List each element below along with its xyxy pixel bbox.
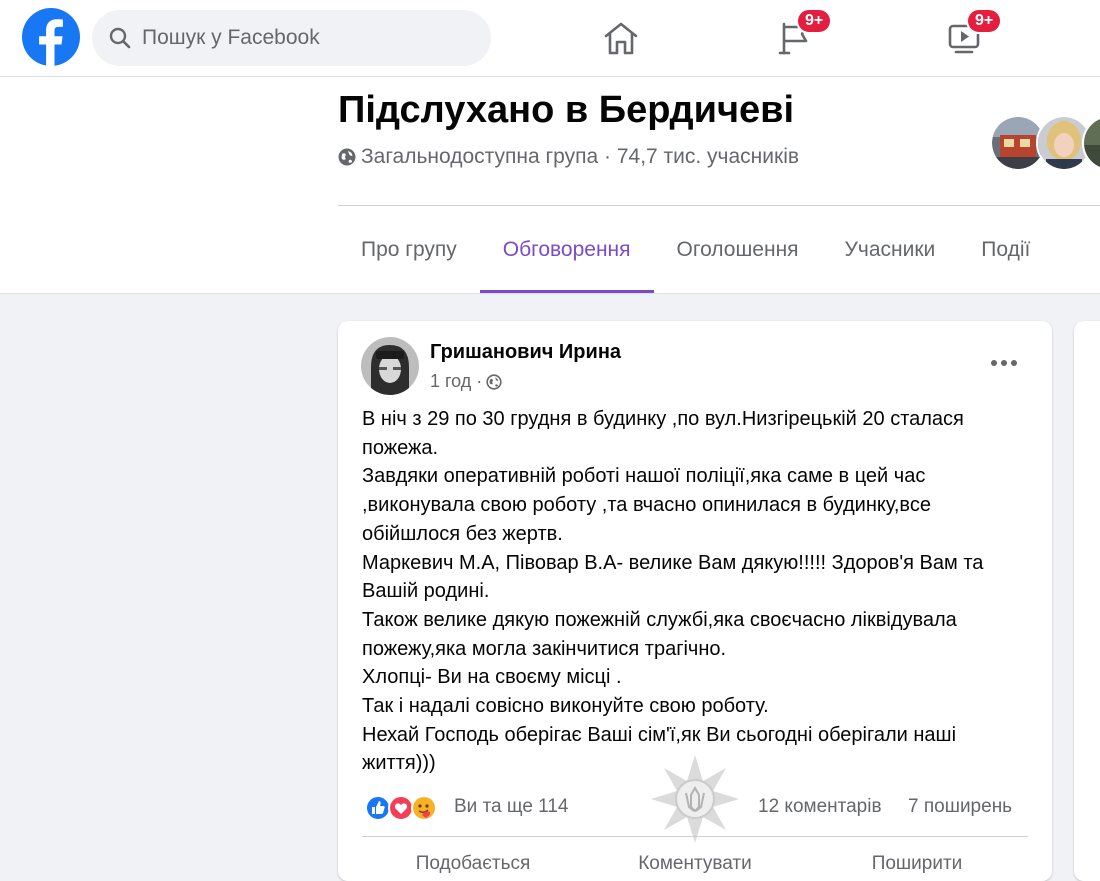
header-divider [338, 205, 1100, 206]
globe-icon [486, 373, 502, 390]
post-options-button[interactable] [984, 351, 1024, 375]
post-line: ,виконувала свою роботу ,та вчасно опини… [362, 494, 931, 517]
post-line: Маркевич М.А, Півовар В.А- велике Вам дя… [362, 551, 984, 574]
facebook-logo-icon[interactable] [22, 8, 80, 66]
tab-events[interactable]: Події [958, 207, 1053, 293]
more-options-icon [991, 360, 1017, 366]
group-header: Підслухано в Бердичеві Загальнодоступна … [0, 77, 1100, 294]
like-button[interactable]: Подобається [362, 849, 584, 879]
police-emblem-icon [651, 755, 739, 843]
search-icon [109, 27, 131, 49]
post-body: В ніч з 29 по 30 грудня в будинку ,по ву… [362, 405, 1032, 778]
pages-button[interactable]: 9+ [766, 8, 833, 64]
home-button[interactable] [593, 12, 649, 64]
notification-badge: 9+ [966, 8, 1003, 34]
comments-count[interactable]: 12 коментарів [758, 796, 882, 818]
avatar-image [361, 337, 419, 395]
share-button[interactable]: Поширити [806, 849, 1028, 879]
post-line: Нехай Господь оберігає Ваші сім'ї,як Ви … [362, 723, 957, 746]
tab-members[interactable]: Учасники [822, 207, 959, 293]
post-meta: 1 год · [430, 371, 502, 392]
comment-button[interactable]: Коментувати [584, 849, 806, 879]
search-input[interactable] [140, 25, 464, 51]
member-avatars[interactable] [990, 115, 1100, 171]
post-line: обійшлося без жертв. [362, 522, 563, 545]
watch-button[interactable]: 9+ [936, 8, 1003, 64]
post-line: Вашій родині. [362, 580, 490, 603]
home-icon [604, 22, 638, 55]
group-meta: Загальнодоступна група · 74,7 тис. учасн… [338, 145, 799, 169]
post-actions: Подобається Коментувати Поширити [362, 849, 1028, 879]
globe-icon [338, 148, 356, 166]
post-line: Так і надалі совісно виконуйте свою робо… [362, 695, 769, 718]
author-name[interactable]: Гришанович Ирина [430, 341, 621, 364]
tab-announcements[interactable]: Оголошення [654, 207, 822, 293]
shares-count[interactable]: 7 поширень [908, 796, 1012, 818]
tab-discussion[interactable]: Обговорення [479, 207, 654, 293]
post-line: Хлопці- Ви на своєму місці . [362, 666, 622, 689]
post-line: В ніч з 29 по 30 грудня в будинку ,по ву… [362, 408, 964, 430]
notification-badge: 9+ [796, 8, 833, 34]
share-button-label: Поширити [871, 853, 963, 874]
love-reaction-icon [388, 795, 414, 821]
post-line: Також велике дякую пожежній службі,яка с… [362, 608, 957, 631]
like-reaction-icon [365, 795, 391, 821]
author-avatar[interactable] [361, 337, 419, 395]
search-box[interactable] [92, 10, 491, 66]
sidebar-card [1074, 321, 1100, 881]
group-tabs: Про групу Обговорення Оголошення Учасник… [338, 207, 1053, 293]
comment-button-label: Коментувати [638, 853, 752, 874]
post-line: пожежа. [362, 436, 439, 459]
care-reaction-icon [411, 795, 437, 821]
top-navigation-bar: 9+ 9+ [0, 0, 1100, 77]
group-title[interactable]: Підслухано в Бердичеві [338, 89, 794, 132]
reactions-summary[interactable]: Ви та ще 114 [454, 796, 568, 818]
post-time[interactable]: 1 год · [430, 371, 482, 392]
reaction-icons[interactable] [364, 793, 444, 823]
like-button-label: Подобається [415, 853, 531, 874]
tab-about[interactable]: Про групу [338, 207, 480, 293]
post-line: Завдяки оперативній роботі нашої поліції… [362, 465, 926, 488]
group-meta-text: Загальнодоступна група · 74,7 тис. учасн… [361, 145, 800, 168]
post-line: пожежу,яка могла закінчитися трагічно. [362, 637, 727, 660]
